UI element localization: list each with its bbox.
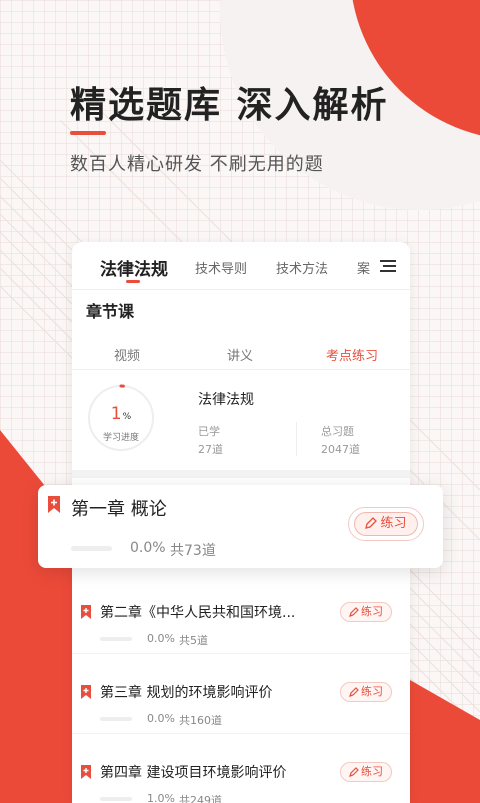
chapter-percent: 1.0% <box>147 792 175 803</box>
chapter-title: 第二章《中华人民共和国环境... <box>100 605 296 621</box>
chapter-row[interactable]: 第三章 规划的环境影响评价 0.0% 共160道 练习 <box>72 673 410 753</box>
divider <box>72 369 410 370</box>
bookmark-icon <box>48 496 60 513</box>
chapter-row[interactable]: 第四章 建设项目环境影响评价 1.0% 共249道 练习 <box>72 753 410 803</box>
chapter-progress-bar <box>100 797 132 801</box>
tab-indicator <box>126 280 140 283</box>
total-value: 2047道 <box>321 443 360 456</box>
stat-divider <box>296 422 297 456</box>
bookmark-icon <box>81 765 91 779</box>
chapter-title: 第三章 规划的环境影响评价 <box>100 685 273 701</box>
learned-label: 已学 <box>198 425 220 438</box>
pencil-icon <box>349 687 359 697</box>
tab-methods[interactable]: 技术方法 <box>276 258 328 277</box>
bookmark-icon <box>81 605 91 619</box>
practice-button[interactable]: 练习 <box>340 682 392 702</box>
headline: 精选题库 深入解析 <box>70 85 389 126</box>
bookmark-icon <box>81 685 91 699</box>
progress-value: 1% <box>110 404 132 424</box>
subtitle: 数百人精心研发 不刷无用的题 <box>70 154 324 175</box>
chapter-count: 共249道 <box>179 794 222 803</box>
learned-value: 27道 <box>198 443 223 456</box>
chapter-progress-bar <box>100 637 132 641</box>
practice-button[interactable]: 练习 <box>340 602 392 622</box>
chapter-row[interactable]: 第二章《中华人民共和国环境... 0.0% 共5道 练习 <box>72 593 410 673</box>
tab-cases[interactable]: 案 <box>357 258 370 277</box>
chapter-progress-bar <box>100 717 132 721</box>
section-gap <box>72 470 410 478</box>
subtab-notes[interactable]: 讲义 <box>227 345 253 364</box>
headline-underline <box>70 131 106 135</box>
subtab-practice[interactable]: 考点练习 <box>326 345 378 364</box>
chapter-progress-bar <box>71 546 112 551</box>
chapter-count: 共5道 <box>179 634 208 647</box>
section-title: 章节课 <box>86 302 135 321</box>
menu-icon[interactable] <box>380 259 396 273</box>
pencil-icon <box>349 767 359 777</box>
pencil-icon <box>349 607 359 617</box>
divider <box>72 733 410 734</box>
progress-label: 学习进度 <box>102 433 139 443</box>
tab-laws[interactable]: 法律法规 <box>100 255 168 280</box>
practice-button[interactable]: 练习 <box>340 762 392 782</box>
practice-button[interactable]: 练习 <box>354 512 418 536</box>
subtab-video[interactable]: 视频 <box>114 345 140 364</box>
total-label: 总习题 <box>321 425 354 438</box>
tab-bar: 法律法规 技术导则 技术方法 案 <box>72 242 410 290</box>
chapter-percent: 0.0% <box>147 712 175 725</box>
divider <box>72 289 410 290</box>
featured-chapter-card[interactable]: 第一章 概论 0.0% 共73道 练习 <box>38 485 443 568</box>
chapter-title: 第一章 概论 <box>71 499 167 520</box>
pencil-icon <box>365 517 378 529</box>
chapter-count: 共160道 <box>179 714 222 727</box>
divider <box>72 653 410 654</box>
tab-guidelines[interactable]: 技术导则 <box>195 258 247 277</box>
chapter-count: 共73道 <box>170 543 216 559</box>
chapter-percent: 0.0% <box>130 540 166 556</box>
chapter-title: 第四章 建设项目环境影响评价 <box>100 765 287 781</box>
subject-name: 法律法规 <box>198 392 254 408</box>
chapter-percent: 0.0% <box>147 632 175 645</box>
